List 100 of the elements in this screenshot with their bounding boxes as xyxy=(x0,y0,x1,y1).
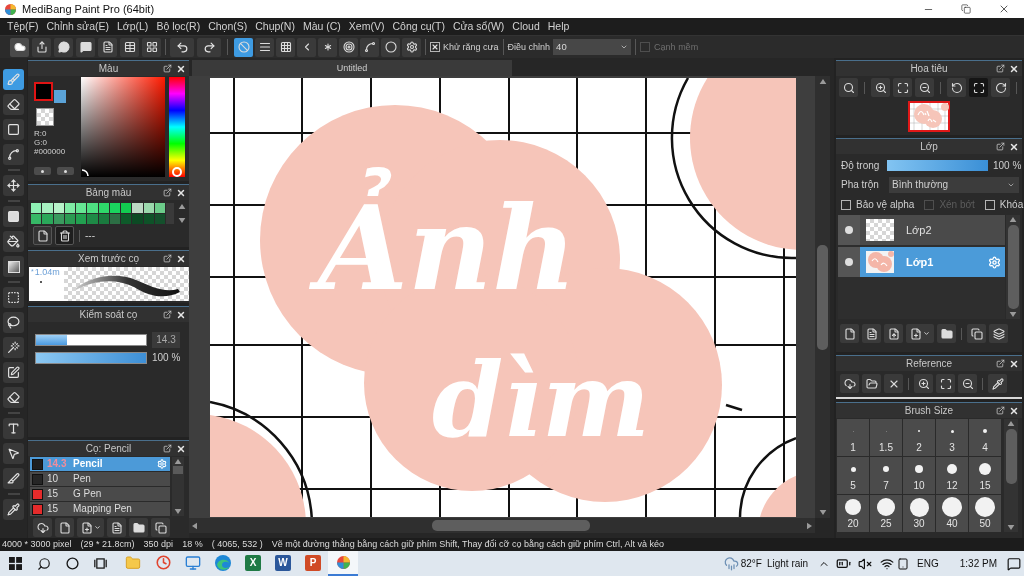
close-icon[interactable] xyxy=(176,187,186,198)
weather-temperature[interactable]: 82°F xyxy=(740,558,762,569)
brush-size-option[interactable]: 7 xyxy=(870,457,902,494)
comment-button[interactable] xyxy=(76,37,95,57)
palette-swatch[interactable] xyxy=(143,214,154,224)
navigator-button[interactable] xyxy=(991,78,1010,97)
menu-item[interactable]: Công cụ(T) xyxy=(388,21,449,32)
palette-swatch[interactable] xyxy=(53,203,64,213)
undo-button[interactable] xyxy=(170,37,194,57)
snap-button[interactable] xyxy=(381,37,400,57)
brush-size-option[interactable]: 3 xyxy=(936,419,968,456)
menu-item[interactable]: Lớp(L) xyxy=(112,21,153,32)
close-icon[interactable] xyxy=(176,253,186,264)
popout-icon[interactable] xyxy=(996,64,1005,73)
popout-icon[interactable] xyxy=(163,254,172,263)
layout-button[interactable] xyxy=(142,37,161,57)
brush-size-option[interactable]: 1.5 xyxy=(870,419,902,456)
close-icon[interactable] xyxy=(176,443,186,454)
settings-icon[interactable] xyxy=(157,459,167,469)
taskbar-app[interactable] xyxy=(328,551,358,576)
scrollbar-thumb[interactable] xyxy=(173,466,183,474)
adjust-dropdown[interactable]: 40 xyxy=(553,39,632,55)
menu-item[interactable]: Bộ lọc(R) xyxy=(152,21,205,32)
palette-swatch[interactable] xyxy=(42,214,53,224)
document-tab[interactable]: Untitled xyxy=(192,60,512,76)
brush-row[interactable]: 15 Mapping Pen xyxy=(30,502,170,516)
saturation-value-picker[interactable] xyxy=(81,77,165,177)
layer-row[interactable]: Lớp2 xyxy=(860,215,1005,245)
add-brush-button[interactable] xyxy=(77,518,104,537)
menu-item[interactable]: Cửa sổ(W) xyxy=(448,21,509,32)
delete-palette-button[interactable] xyxy=(55,226,74,245)
duplicate-brush-button[interactable] xyxy=(151,518,170,537)
brush-folder-button[interactable] xyxy=(129,518,148,537)
brush-size-option[interactable]: 15 xyxy=(969,457,1001,494)
tool-button[interactable] xyxy=(3,287,24,308)
download-reference-button[interactable] xyxy=(840,374,859,393)
menu-item[interactable]: Chụp(N) xyxy=(251,21,299,32)
brush-size-option[interactable]: 1 xyxy=(837,419,869,456)
brush-size-option[interactable]: 25 xyxy=(870,495,902,532)
color-swatch[interactable] xyxy=(34,82,53,101)
scroll-up-icon[interactable] xyxy=(174,459,182,464)
scroll-down-icon[interactable] xyxy=(1009,312,1017,317)
navigator-button[interactable] xyxy=(947,78,966,97)
palette-swatch[interactable] xyxy=(121,203,132,213)
scroll-up-icon[interactable] xyxy=(1009,217,1017,222)
redo-button[interactable] xyxy=(197,37,221,57)
palette-swatch[interactable] xyxy=(64,203,75,213)
brush-size-option[interactable]: 12 xyxy=(936,457,968,494)
menu-item[interactable]: Help xyxy=(543,21,574,32)
brush-size-option[interactable]: 10 xyxy=(903,457,935,494)
muted-speaker-icon[interactable] xyxy=(858,556,873,571)
duplicate-layer-button[interactable] xyxy=(967,324,986,343)
palette-swatch[interactable] xyxy=(121,214,132,224)
navigator-button[interactable] xyxy=(969,78,988,97)
new-brush-button[interactable] xyxy=(55,518,74,537)
eyedropper-button[interactable] xyxy=(988,374,1007,393)
taskbar-app[interactable]: W xyxy=(268,551,298,576)
zoom-out-button[interactable] xyxy=(958,374,977,393)
hue-slider[interactable] xyxy=(169,77,185,177)
canvas-thumbnail[interactable] xyxy=(908,100,950,132)
menu-item[interactable]: Cloud xyxy=(508,21,544,32)
snap-settings-button[interactable] xyxy=(402,37,421,57)
new-layer-button[interactable] xyxy=(862,324,881,343)
palette-swatch[interactable] xyxy=(64,214,75,224)
popout-icon[interactable] xyxy=(996,359,1005,368)
visibility-toggle[interactable] xyxy=(838,247,860,277)
tool-button[interactable] xyxy=(3,337,24,358)
tool-button[interactable] xyxy=(3,499,24,520)
snap-button[interactable] xyxy=(297,37,316,57)
snap-button[interactable] xyxy=(360,37,379,57)
tool-button[interactable] xyxy=(3,256,24,277)
tool-button[interactable] xyxy=(3,387,24,408)
palette-swatch[interactable] xyxy=(132,203,143,213)
page-button[interactable] xyxy=(98,37,117,57)
swap-colors-button[interactable] xyxy=(34,167,51,175)
menu-item[interactable]: Xem(V) xyxy=(344,21,389,32)
tool-button[interactable] xyxy=(3,175,24,196)
brush-size-option[interactable]: 4 xyxy=(969,419,1001,456)
close-icon[interactable] xyxy=(176,63,186,74)
brush-size-option[interactable]: 20 xyxy=(837,495,869,532)
close-reference-button[interactable] xyxy=(884,374,903,393)
battery-icon[interactable] xyxy=(836,556,852,571)
palette-swatch[interactable] xyxy=(132,214,143,224)
tool-button[interactable] xyxy=(3,231,24,252)
close-icon[interactable] xyxy=(1009,405,1019,416)
brush-size-field[interactable]: 14.3 xyxy=(152,332,180,348)
menu-item[interactable]: Chỉnh sửa(E) xyxy=(42,21,113,32)
snap-button[interactable] xyxy=(318,37,337,57)
brush-size-option[interactable]: 5 xyxy=(837,457,869,494)
close-icon[interactable] xyxy=(1009,141,1019,152)
popout-icon[interactable] xyxy=(163,444,172,453)
close-icon[interactable] xyxy=(1009,358,1019,369)
cloud-button[interactable] xyxy=(10,37,29,57)
close-icon[interactable] xyxy=(176,309,186,320)
import-layer-button[interactable] xyxy=(884,324,903,343)
navigator-button[interactable] xyxy=(839,78,858,97)
brush-size-option[interactable]: 30 xyxy=(903,495,935,532)
scroll-down-icon[interactable] xyxy=(818,510,827,515)
color-swatch[interactable] xyxy=(53,89,67,104)
share-button[interactable] xyxy=(32,37,51,57)
